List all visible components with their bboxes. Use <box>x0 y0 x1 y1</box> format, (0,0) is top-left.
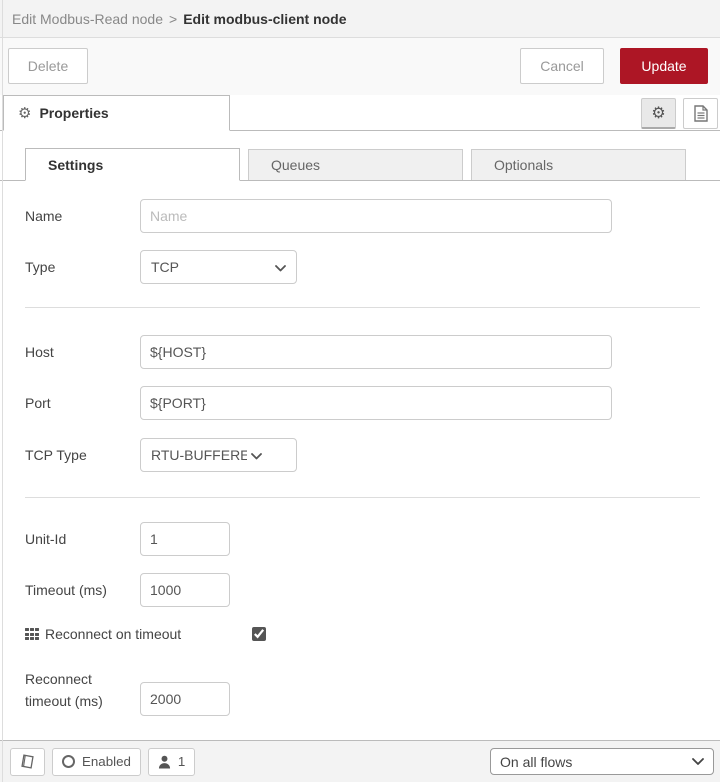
chevron-down-icon <box>692 757 704 766</box>
deploy-scope-select[interactable]: On all flows <box>490 748 714 775</box>
tcp-type-select[interactable]: RTU-BUFFERED <box>140 438 297 472</box>
chevron-down-icon <box>275 259 286 275</box>
document-icon <box>693 104 708 122</box>
deploy-scope-value: On all flows <box>500 753 573 770</box>
reconnect-timeout-field-row: Reconnect timeout (ms) <box>25 668 700 716</box>
properties-panel: Settings Queues Optionals Name Type TCP … <box>0 131 720 740</box>
instance-count: 1 <box>177 754 186 769</box>
reconnect-timeout-input[interactable] <box>140 682 230 716</box>
instance-count-button[interactable]: 1 <box>147 747 196 776</box>
tab-properties[interactable]: ⚙ Properties <box>3 95 230 131</box>
breadcrumb: Edit Modbus-Read node > Edit modbus-clie… <box>0 0 720 38</box>
type-select[interactable]: TCP <box>140 250 297 284</box>
tab-settings[interactable]: Settings <box>25 148 240 181</box>
timeout-label: Timeout (ms) <box>25 582 107 598</box>
breadcrumb-separator: > <box>169 10 178 27</box>
settings-form: Name Type TCP Host Port TCP Type RTU-BU <box>0 181 720 716</box>
host-input[interactable] <box>140 335 612 369</box>
port-input[interactable] <box>140 386 612 420</box>
update-button[interactable]: Update <box>620 48 708 84</box>
grid-icon <box>25 628 39 640</box>
tab-optionals[interactable]: Optionals <box>471 149 686 181</box>
reconnect-on-timeout-checkbox[interactable] <box>252 627 266 641</box>
divider <box>25 307 700 308</box>
host-field-row: Host <box>25 335 700 369</box>
gear-icon: ⚙ <box>18 103 32 122</box>
divider <box>25 497 700 498</box>
unit-id-input[interactable] <box>140 522 230 556</box>
tab-queues[interactable]: Queues <box>248 149 463 181</box>
book-icon <box>20 754 35 769</box>
gear-icon: ⚙ <box>651 102 666 122</box>
type-label: Type <box>25 259 56 275</box>
settings-tabs: Settings Queues Optionals <box>0 148 720 181</box>
edit-tray-toolbar: Delete Cancel Update <box>0 38 720 95</box>
delete-button[interactable]: Delete <box>8 48 88 84</box>
chevron-down-icon <box>251 447 262 463</box>
name-label: Name <box>25 208 63 224</box>
reconnect-on-timeout-label-group: Reconnect on timeout <box>25 626 252 642</box>
toolbar-right-group: Cancel Update <box>520 48 708 84</box>
tcp-type-select-value: RTU-BUFFERED <box>151 447 247 463</box>
port-label: Port <box>25 395 51 411</box>
tray-footer: Enabled 1 On all flows <box>0 740 720 782</box>
node-properties-button[interactable]: ⚙ <box>641 97 676 129</box>
tab-label: Optionals <box>494 157 554 173</box>
properties-tab-label: Properties <box>39 105 109 121</box>
reconnect-on-timeout-label: Reconnect on timeout <box>45 626 182 642</box>
tab-label: Settings <box>48 156 104 173</box>
enabled-toggle-button[interactable]: Enabled <box>52 747 141 776</box>
node-description-button[interactable] <box>683 97 718 129</box>
reconnect-timeout-label: Reconnect timeout (ms) <box>25 671 103 709</box>
name-input[interactable] <box>140 199 612 233</box>
unit-id-label: Unit-Id <box>25 531 67 547</box>
type-field-row: Type TCP <box>25 250 700 284</box>
person-icon <box>158 755 171 769</box>
cancel-button[interactable]: Cancel <box>520 48 604 84</box>
port-field-row: Port <box>25 386 700 420</box>
timeout-input[interactable] <box>140 573 230 607</box>
tcp-type-field-row: TCP Type RTU-BUFFERED <box>25 438 700 472</box>
breadcrumb-parent[interactable]: Edit Modbus-Read node <box>12 11 163 27</box>
name-field-row: Name <box>25 199 700 233</box>
properties-actions: ⚙ <box>641 97 720 129</box>
tab-label: Queues <box>271 157 321 173</box>
type-select-value: TCP <box>151 259 179 275</box>
enabled-label: Enabled <box>82 754 131 769</box>
docs-button[interactable] <box>10 747 45 776</box>
reconnect-on-timeout-row: Reconnect on timeout <box>25 624 700 644</box>
page-title: Edit modbus-client node <box>183 10 347 27</box>
timeout-field-row: Timeout (ms) <box>25 573 700 607</box>
properties-bar: ⚙ Properties ⚙ <box>0 95 720 131</box>
tcp-type-label: TCP Type <box>25 447 87 463</box>
unit-id-field-row: Unit-Id <box>25 522 700 556</box>
status-circle-icon <box>62 755 75 768</box>
host-label: Host <box>25 344 54 360</box>
